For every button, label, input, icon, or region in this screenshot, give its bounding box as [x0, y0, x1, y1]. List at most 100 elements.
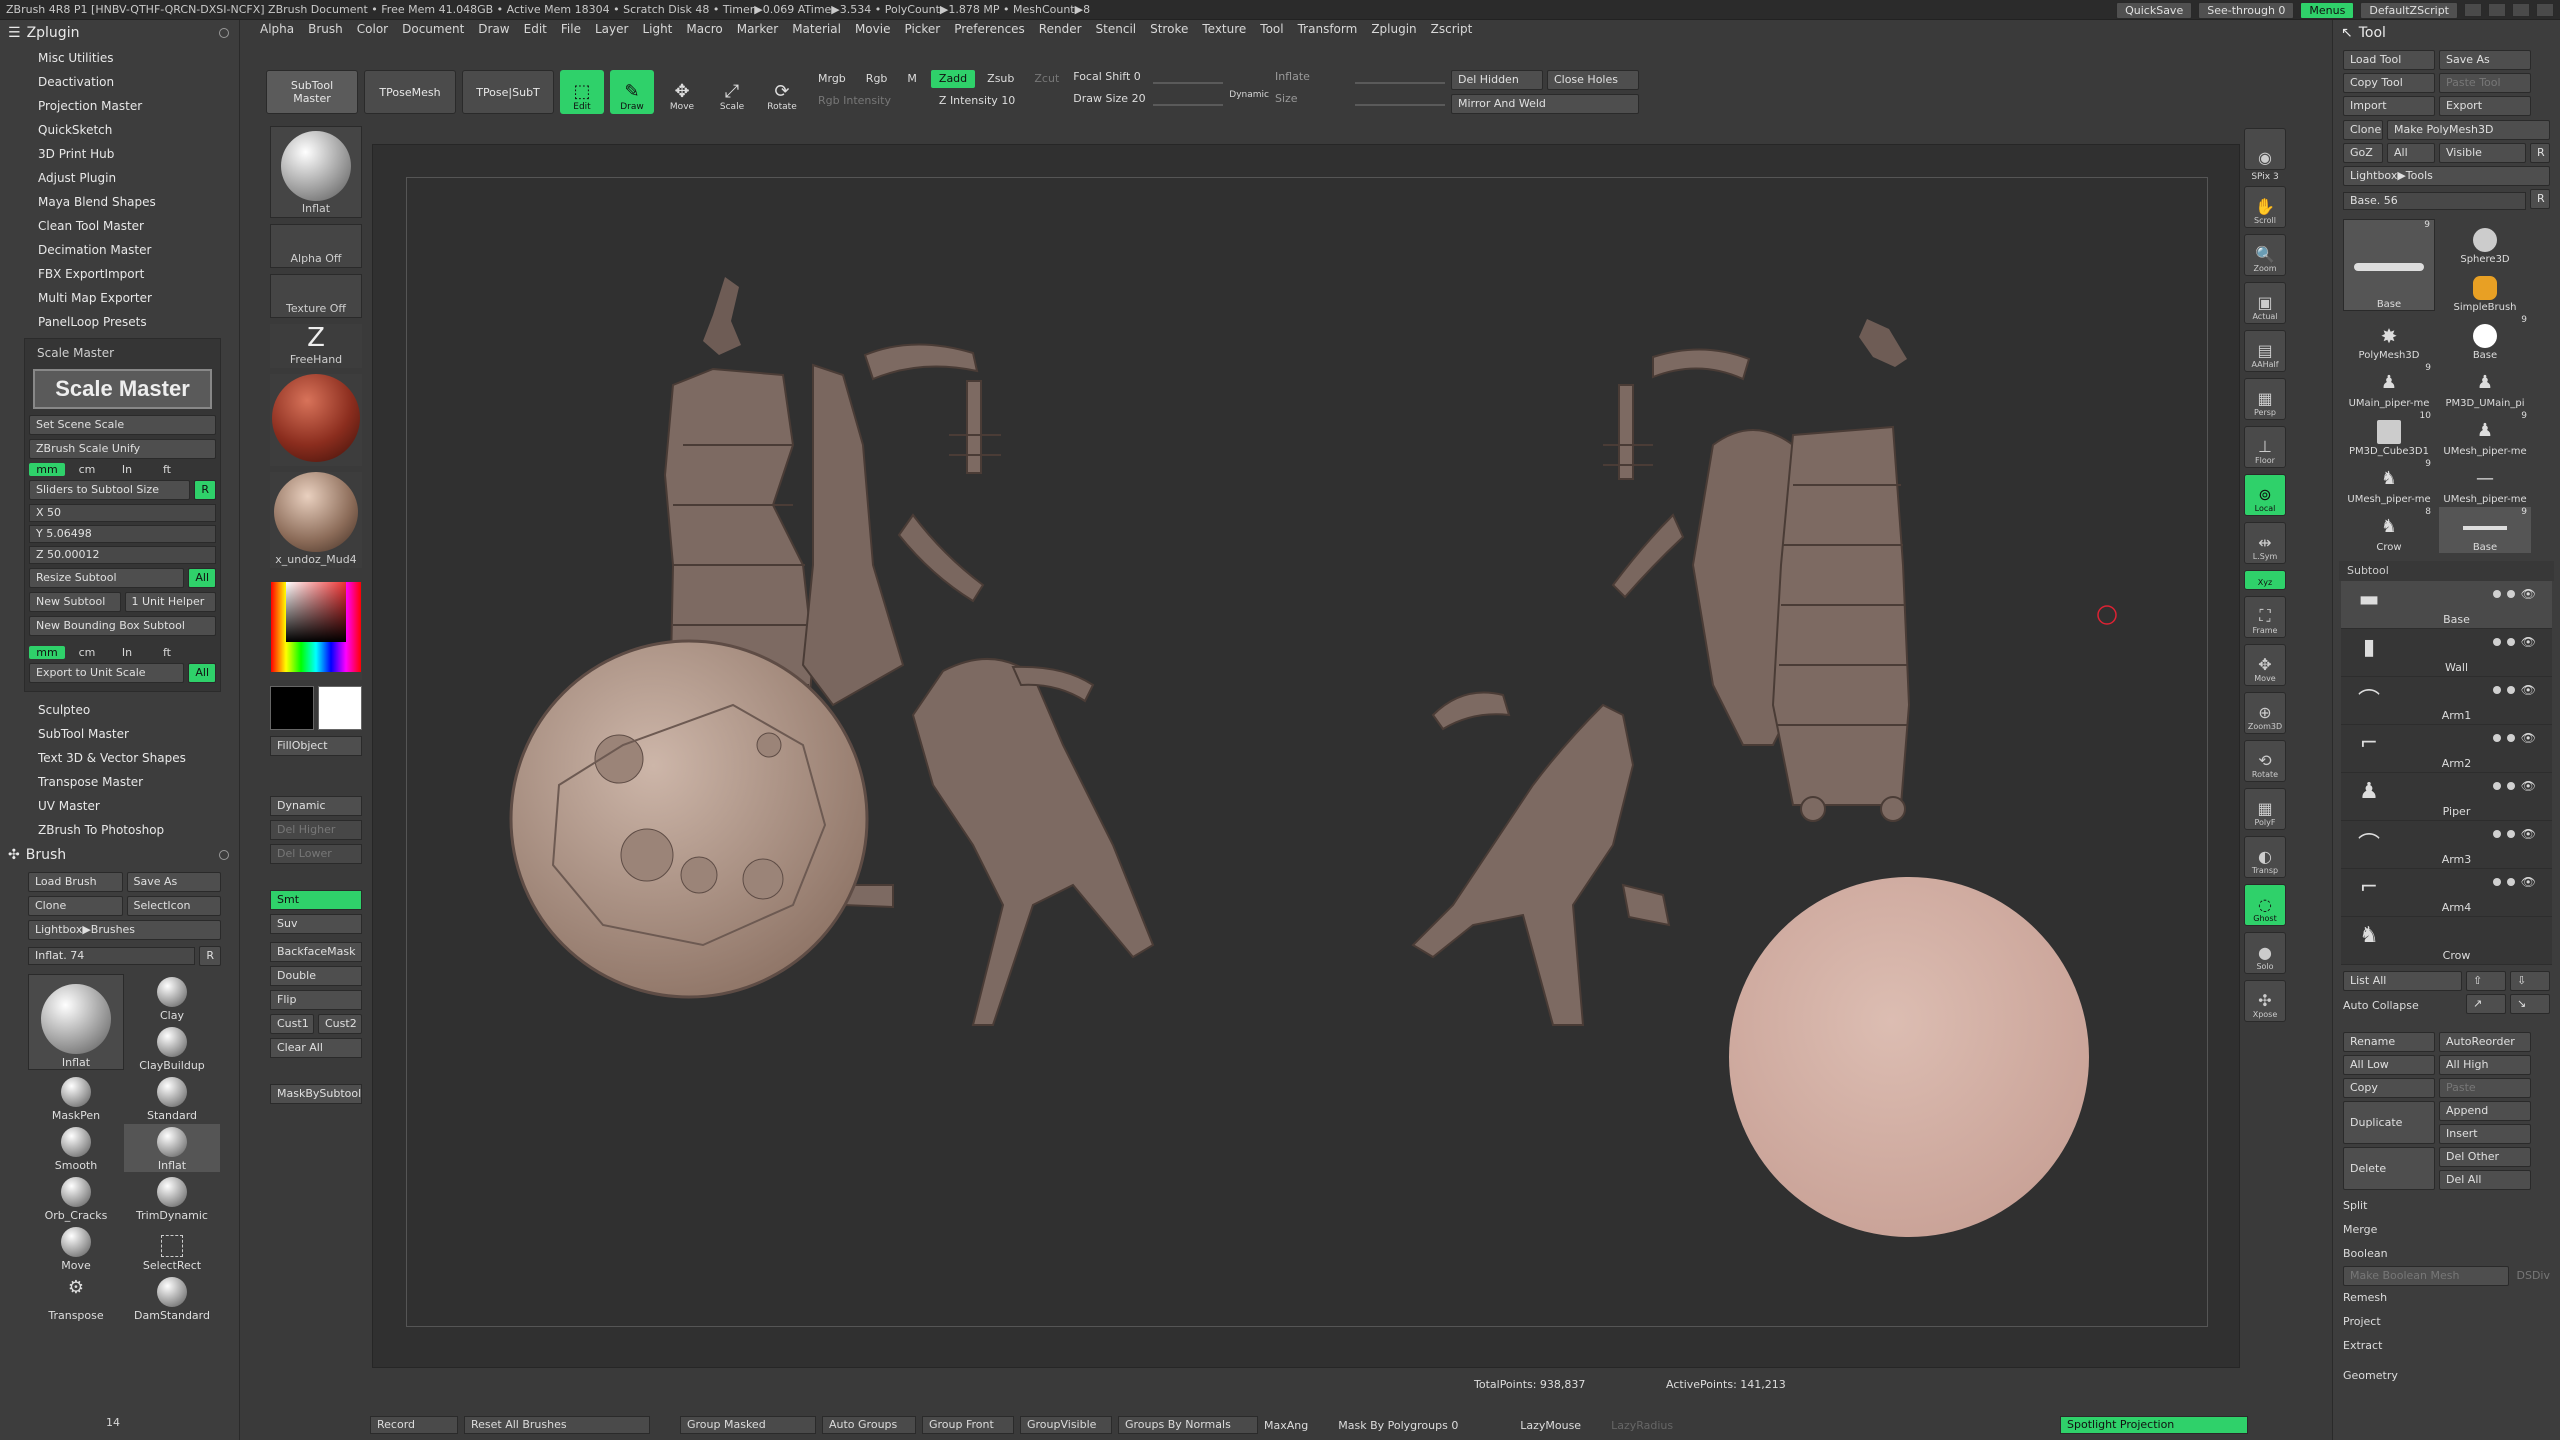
del-other-button[interactable]: Del Other [2439, 1147, 2531, 1167]
dynamic-subdiv-button[interactable]: Dynamic [270, 796, 362, 816]
plugin-sculpteo[interactable]: Sculpteo [38, 698, 239, 722]
subtool-item-arm4[interactable]: ⌐ 👁 Arm4 [2341, 869, 2552, 917]
z-intensity-slider[interactable]: Z Intensity 10 [931, 92, 1067, 110]
shelf-stroke[interactable]: Z FreeHand [270, 324, 362, 368]
export-unit-mm[interactable]: mm [29, 646, 65, 659]
unit-ft[interactable]: ft [149, 463, 185, 476]
unit-mm[interactable]: mm [29, 463, 65, 476]
color-wheel-icon[interactable] [271, 582, 361, 672]
copy-tool-button[interactable]: Copy Tool [2343, 73, 2435, 93]
export-unit-in[interactable]: In [109, 646, 145, 659]
all-high-button[interactable]: All High [2439, 1055, 2531, 1075]
shelf-texture[interactable]: Texture Off [270, 274, 362, 318]
goz-button[interactable]: GoZ [2343, 143, 2383, 163]
menu-edit[interactable]: Edit [524, 22, 547, 40]
toggle-dot[interactable] [2506, 878, 2515, 886]
brush-standard[interactable]: Standard [124, 1074, 220, 1122]
del-lower-button[interactable]: Del Lower [270, 844, 362, 864]
subtool-item-arm1[interactable]: ⌒ 👁 Arm1 [2341, 677, 2552, 725]
toggle-dot[interactable] [2492, 878, 2501, 886]
tool-thumb-base-current[interactable]: 9 Base [2343, 219, 2435, 311]
menu-alpha[interactable]: Alpha [260, 22, 294, 40]
eye-icon[interactable]: 👁 [2521, 827, 2536, 841]
move-down-icon[interactable]: ⇩ [2510, 971, 2550, 991]
eye-icon[interactable]: 👁 [2521, 779, 2536, 793]
lazy-mouse-toggle[interactable]: LazyMouse [1520, 1419, 1581, 1432]
subtool-header[interactable]: Subtool [2339, 561, 2554, 581]
rotate-view-button[interactable]: ⟲ Rotate [2244, 740, 2286, 782]
palette-close-icon[interactable] [219, 28, 229, 38]
edit-mode-button[interactable]: ⬚ Edit [560, 70, 604, 114]
mrgb-toggle[interactable]: Mrgb [810, 70, 854, 88]
toggle-dot[interactable] [2492, 686, 2501, 694]
lightbox-tools-button[interactable]: Lightbox▶Tools [2343, 166, 2550, 186]
duplicate-button[interactable]: Duplicate [2343, 1101, 2435, 1144]
shelf-brush-inflat[interactable]: Inflat [270, 126, 362, 218]
lazy-radius-slider[interactable]: LazyRadius [1611, 1419, 1673, 1432]
extract-menu[interactable]: Extract [2333, 1334, 2560, 1358]
scale-mode-button[interactable]: ⤢ Scale [710, 70, 754, 114]
default-zscript-button[interactable]: DefaultZScript [2360, 1, 2458, 19]
maximize-icon[interactable] [2512, 3, 2530, 17]
arrow-down-icon[interactable]: ↘ [2510, 994, 2550, 1014]
zcut-toggle[interactable]: Zcut [1026, 70, 1067, 88]
local-button[interactable]: ⊚ Local [2244, 474, 2286, 516]
plugin-misc-utilities[interactable]: Misc Utilities [38, 46, 239, 70]
menu-tool[interactable]: Tool [1260, 22, 1283, 40]
tool-thumb-pm3d-umain[interactable]: ♟ PM3D_UMain_pi [2439, 363, 2531, 409]
main-color-swatch[interactable] [270, 686, 314, 730]
plugin-quicksketch[interactable]: QuickSketch [38, 118, 239, 142]
rename-button[interactable]: Rename [2343, 1032, 2435, 1052]
xpose-button[interactable]: ✣ Xpose [2244, 980, 2286, 1022]
fill-object-button[interactable]: FillObject [270, 736, 362, 756]
menu-stroke[interactable]: Stroke [1150, 22, 1188, 40]
smt-toggle[interactable]: Smt [270, 890, 362, 910]
menu-texture[interactable]: Texture [1202, 22, 1246, 40]
toggle-dot[interactable] [2492, 638, 2501, 646]
cust2-button[interactable]: Cust2 [318, 1014, 362, 1034]
dynamic-size-toggle[interactable]: Dynamic [1229, 90, 1269, 100]
brush-transpose[interactable]: ⚙ Transpose [28, 1274, 124, 1322]
brush-claybuildup[interactable]: ClayBuildup [124, 1024, 220, 1072]
plugin-multi-map-exporter[interactable]: Multi Map Exporter [38, 286, 239, 310]
plugin-clean-tool-master[interactable]: Clean Tool Master [38, 214, 239, 238]
toggle-dot[interactable] [2492, 590, 2501, 598]
boolean-menu[interactable]: Boolean [2333, 1242, 2560, 1266]
resize-subtool-button[interactable]: Resize Subtool [29, 568, 185, 588]
mirror-and-weld-button[interactable]: Mirror And Weld [1450, 94, 1639, 114]
menu-document[interactable]: Document [402, 22, 464, 40]
zoom-button[interactable]: 🔍 Zoom [2244, 234, 2286, 276]
export-unit-ft[interactable]: ft [149, 646, 185, 659]
rgb-intensity-slider[interactable]: Rgb Intensity [810, 92, 925, 110]
shelf-alpha[interactable]: Alpha Off [270, 224, 362, 268]
group-masked-button[interactable]: Group Masked [680, 1416, 816, 1434]
delete-button[interactable]: Delete [2343, 1147, 2435, 1190]
clear-all-button[interactable]: Clear All [270, 1038, 362, 1058]
subtool-item-base[interactable]: ▬ 👁 Base [2341, 581, 2552, 629]
tool-thumb-simplebrush[interactable]: SimpleBrush [2439, 267, 2531, 313]
subtool-item-piper[interactable]: ♟ 👁 Piper [2341, 773, 2552, 821]
export-all-toggle[interactable]: All [188, 663, 216, 683]
del-higher-button[interactable]: Del Higher [270, 820, 362, 840]
resize-all-toggle[interactable]: All [188, 568, 216, 588]
tool-thumb-base-2[interactable]: 9 Base [2439, 315, 2531, 361]
plugin-subtool-master[interactable]: SubTool Master [38, 722, 239, 746]
scale-master-label[interactable]: Scale Master [29, 343, 216, 363]
brush-r-button[interactable]: R [199, 946, 221, 966]
tool-thumb-umesh-piper-1[interactable]: 9 ♟ UMesh_piper-me [2439, 411, 2531, 457]
quicksave-button[interactable]: QuickSave [2116, 1, 2193, 19]
tool-thumb-umesh-piper-2[interactable]: 9 ♞ UMesh_piper-me [2343, 459, 2435, 505]
brush-clone-button[interactable]: Clone [28, 896, 123, 916]
menu-layer[interactable]: Layer [595, 22, 628, 40]
menu-zscript[interactable]: Zscript [1431, 22, 1473, 40]
menu-picker[interactable]: Picker [904, 22, 940, 40]
del-hidden-button[interactable]: Del Hidden [1450, 70, 1543, 90]
dsdiv-slider[interactable]: DSDiv [2513, 1266, 2551, 1286]
subtool-item-crow[interactable]: ♞ Crow [2341, 917, 2552, 965]
plugin-zbrush-to-photoshop[interactable]: ZBrush To Photoshop [38, 818, 239, 842]
polyf-button[interactable]: ▦ PolyF [2244, 788, 2286, 830]
move-view-button[interactable]: ✥ Move [2244, 644, 2286, 686]
plugin-projection-master[interactable]: Projection Master [38, 94, 239, 118]
subtool-item-wall[interactable]: ▮ 👁 Wall [2341, 629, 2552, 677]
groups-by-normals-button[interactable]: Groups By Normals [1118, 1416, 1258, 1434]
